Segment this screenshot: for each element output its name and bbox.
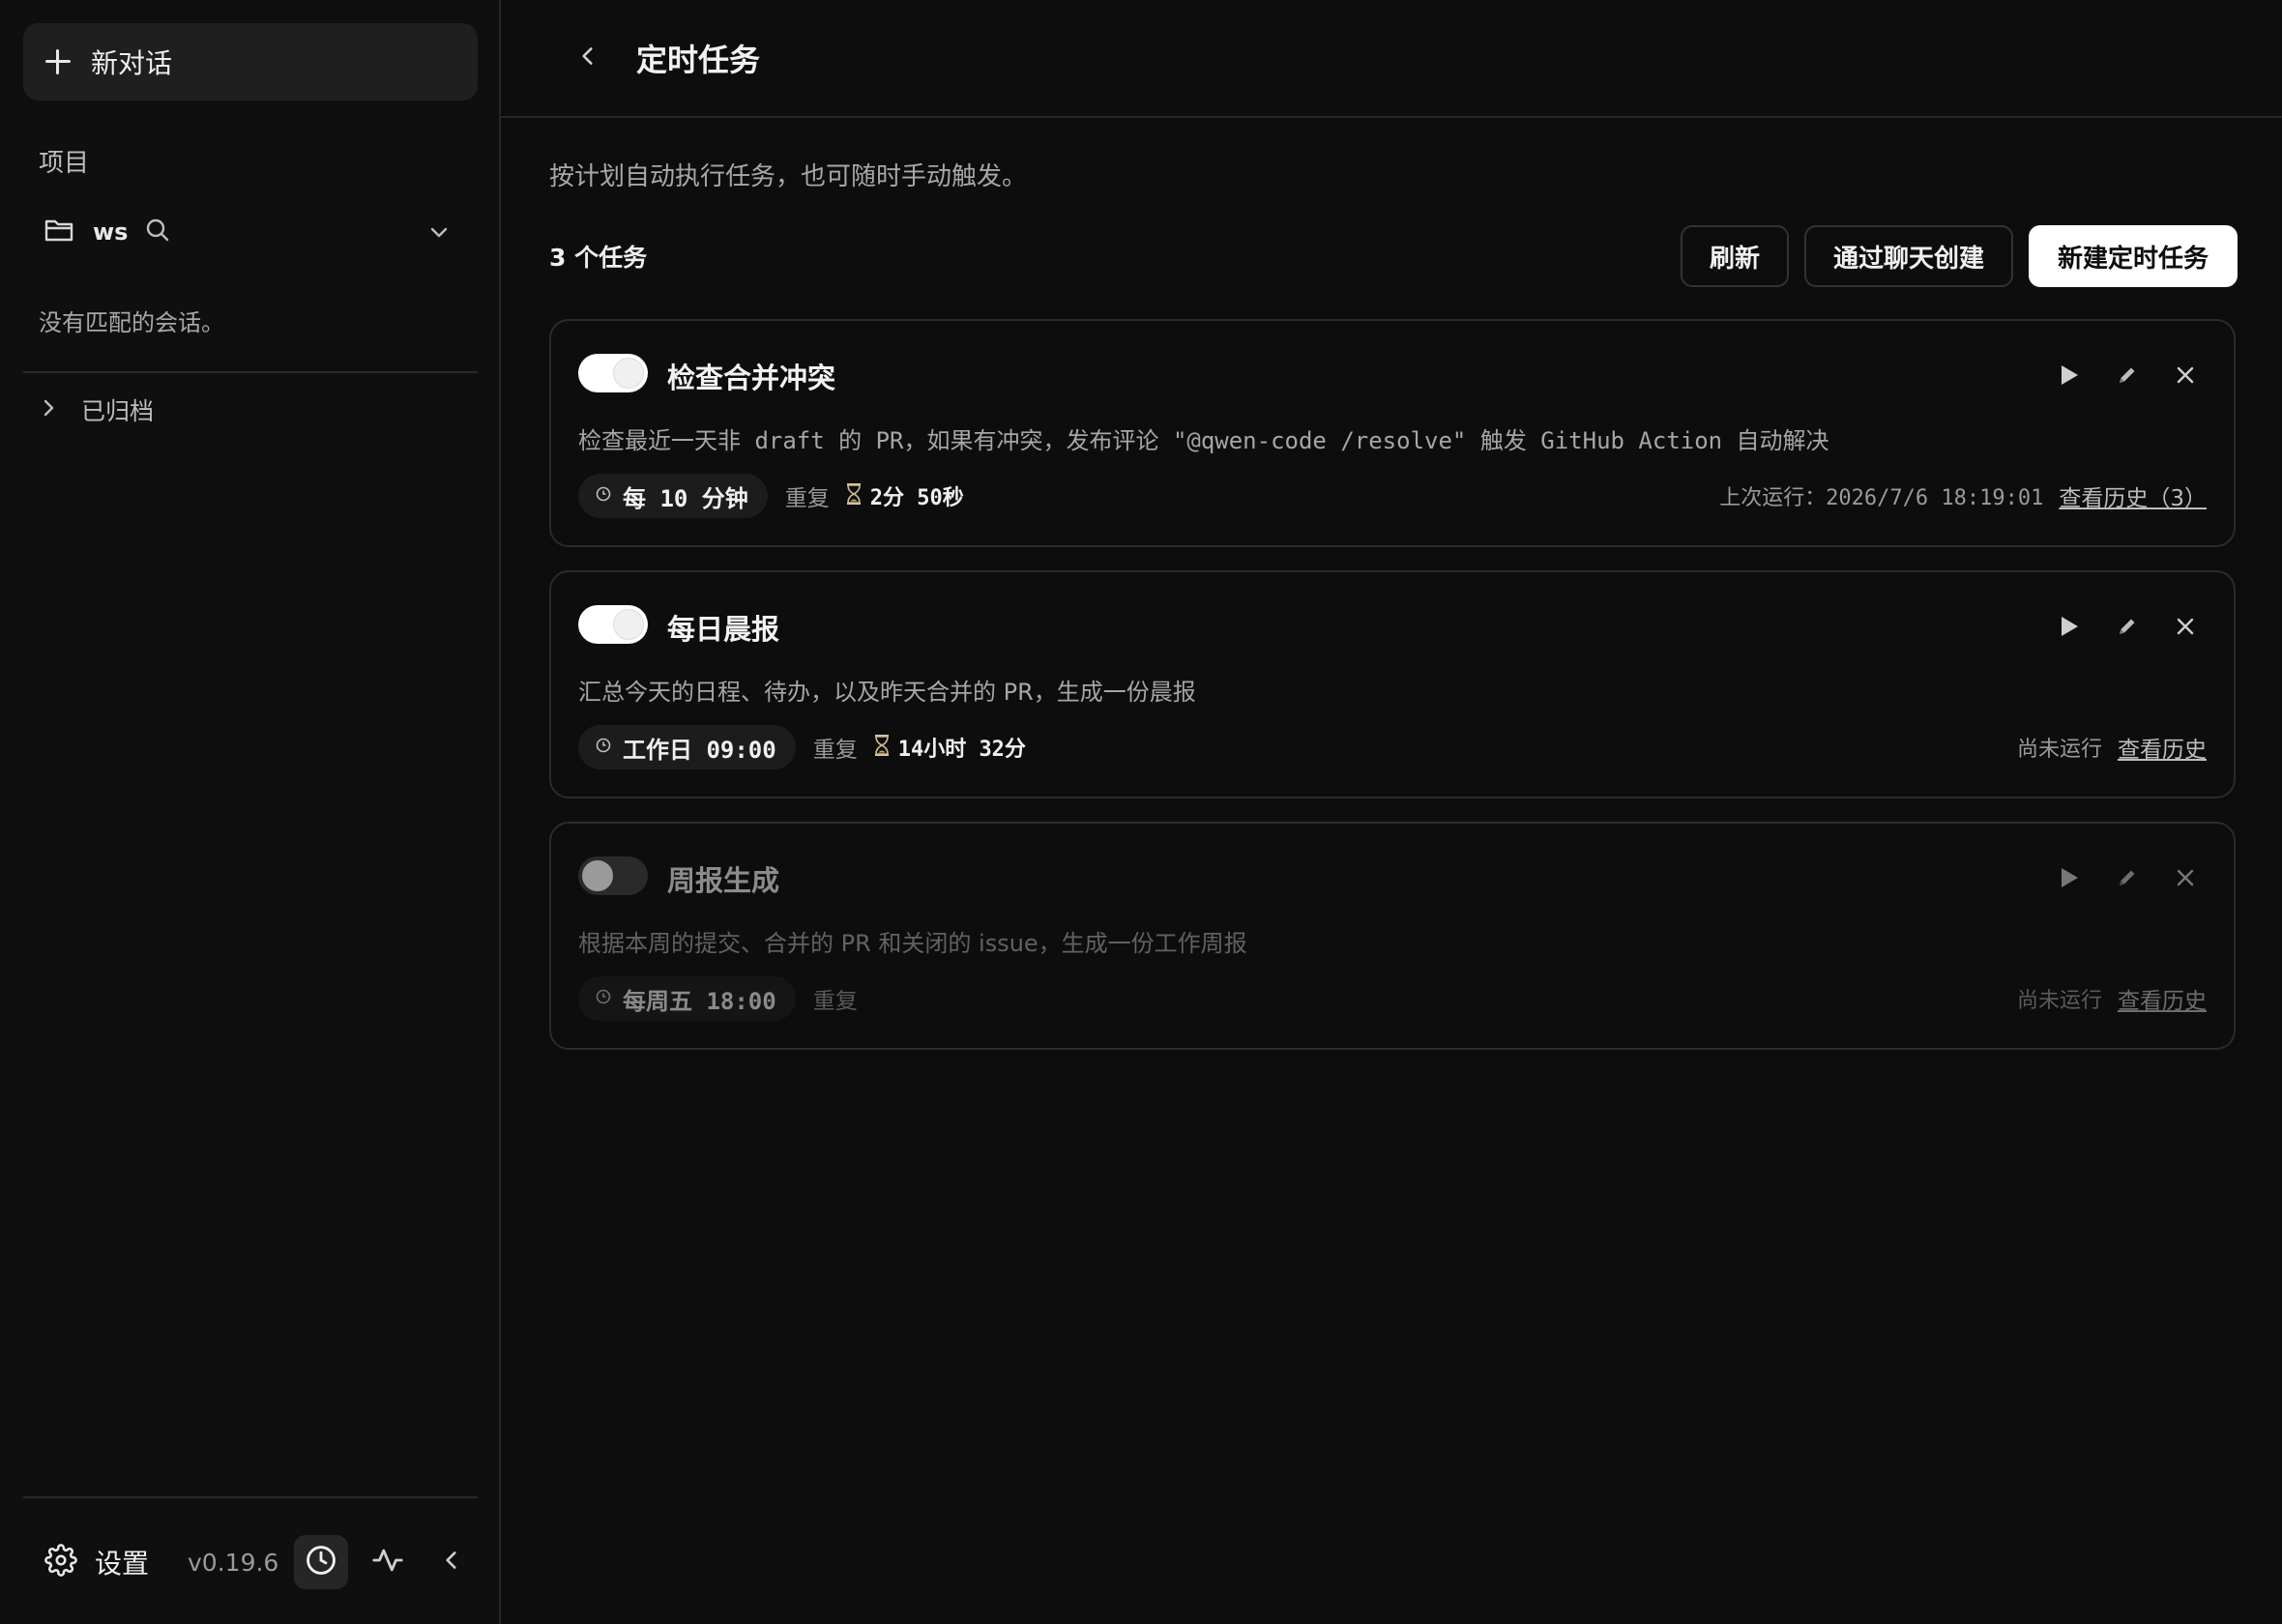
schedule-text: 工作日 09:00: [623, 736, 776, 764]
task-enable-toggle[interactable]: [578, 856, 648, 895]
task-toolbar: 3 个任务 刷新 通过聊天创建 新建定时任务: [549, 224, 2238, 288]
collapse-sidebar-button[interactable]: [439, 1548, 464, 1577]
activity-button[interactable]: [371, 1544, 404, 1580]
task-name: 每日晨报: [667, 613, 780, 646]
task-meta: 工作日 09:00 重复 14小时 32分 尚未运行 查看历史: [578, 725, 2207, 769]
main-panel: 定时任务 按计划自动执行任务，也可随时手动触发。 3 个任务 刷新 通过聊天创建…: [501, 0, 2282, 1624]
search-icon[interactable]: [145, 218, 170, 246]
next-run-countdown: 14小时 32分: [873, 732, 1026, 763]
page-header: 定时任务: [501, 0, 2282, 118]
edit-pencil-icon[interactable]: [2108, 858, 2147, 897]
activity-icon: [371, 1544, 404, 1580]
repeat-label: 重复: [784, 486, 830, 511]
run-now-icon[interactable]: [2050, 858, 2089, 897]
task-count: 3 个任务: [549, 244, 648, 272]
task-enable-toggle[interactable]: [578, 354, 648, 392]
task-meta: 每周五 18:00 重复 尚未运行 查看历史: [578, 976, 2207, 1021]
project-item-ws[interactable]: ws: [23, 205, 478, 259]
chevron-down-icon[interactable]: [427, 220, 451, 247]
hourglass-icon: [845, 483, 863, 508]
sidebar-divider: [23, 371, 478, 373]
empty-sessions-message: 没有匹配的会话。: [39, 309, 224, 336]
task-meta: 每 10 分钟 重复 2分 50秒 上次运行：2026/7/6 18:19:01…: [578, 474, 2207, 518]
project-name: ws: [93, 218, 129, 246]
task-actions: [2031, 356, 2205, 394]
create-via-chat-button[interactable]: 通过聊天创建: [1803, 225, 2013, 287]
task-enable-toggle[interactable]: [578, 605, 648, 644]
scheduled-tasks-button[interactable]: [294, 1535, 349, 1589]
schedule-text: 每周五 18:00: [623, 987, 776, 1015]
chevron-left-icon: [575, 44, 600, 72]
view-history-link[interactable]: 查看历史: [2118, 982, 2207, 1015]
delete-close-icon[interactable]: [2166, 356, 2205, 394]
repeat-label: 重复: [812, 989, 858, 1014]
delete-close-icon[interactable]: [2166, 858, 2205, 897]
edit-pencil-icon[interactable]: [2108, 607, 2147, 646]
new-chat-label: 新对话: [91, 47, 173, 79]
schedule-badge: 每 10 分钟: [578, 474, 768, 518]
task-description: 汇总今天的日程、待办，以及昨天合并的 PR，生成一份晨报: [578, 679, 1196, 706]
task-card: 每日晨报 汇总今天的日程、待办，以及昨天合并的 PR，生成一份晨报 工作日 09…: [549, 570, 2236, 798]
task-description: 根据本周的提交、合并的 PR 和关闭的 issue，生成一份工作周报: [578, 930, 1247, 957]
chevron-right-icon: [39, 396, 58, 423]
task-name: 周报生成: [667, 864, 780, 897]
new-chat-button[interactable]: 新对话: [23, 23, 478, 101]
last-run-text: 上次运行：2026/7/6 18:19:01: [1719, 486, 2044, 510]
last-run-text: 尚未运行: [2016, 738, 2102, 762]
task-actions: [2031, 858, 2205, 897]
task-card: 检查合并冲突 检查最近一天非 draft 的 PR，如果有冲突，发布评论 "@q…: [549, 319, 2236, 547]
clock-icon: [596, 738, 611, 757]
task-card: 周报生成 根据本周的提交、合并的 PR 和关闭的 issue，生成一份工作周报: [549, 822, 2236, 1050]
plus-icon: [43, 46, 73, 77]
delete-close-icon[interactable]: [2166, 607, 2205, 646]
chevron-left-icon: [439, 1548, 464, 1577]
refresh-button[interactable]: 刷新: [1680, 225, 1789, 287]
version-label: v0.19.6: [188, 1548, 279, 1577]
view-history-link[interactable]: 查看历史: [2118, 731, 2207, 764]
repeat-label: 重复: [812, 738, 858, 763]
countdown-text: 2分 50秒: [869, 486, 964, 510]
last-run-text: 尚未运行: [2016, 989, 2102, 1013]
task-description: 检查最近一天非 draft 的 PR，如果有冲突，发布评论 "@qwen-cod…: [578, 427, 1829, 454]
view-history-link[interactable]: 查看历史（3）: [2059, 479, 2207, 512]
gear-icon: [44, 1544, 77, 1580]
run-now-icon[interactable]: [2050, 356, 2089, 394]
settings-label: 设置: [95, 1548, 150, 1580]
back-button[interactable]: [559, 29, 617, 87]
task-name: 检查合并冲突: [667, 362, 836, 394]
clock-icon: [596, 989, 611, 1008]
schedule-badge: 工作日 09:00: [578, 725, 796, 769]
schedule-badge: 每周五 18:00: [578, 976, 796, 1021]
sidebar-footer-divider: [23, 1496, 478, 1498]
run-now-icon[interactable]: [2050, 607, 2089, 646]
archived-toggle[interactable]: 已归档: [39, 392, 154, 427]
new-scheduled-task-button[interactable]: 新建定时任务: [2028, 225, 2238, 287]
folder-icon: [44, 217, 75, 247]
countdown-text: 14小时 32分: [897, 738, 1026, 762]
archived-label: 已归档: [81, 397, 155, 425]
clock-icon: [596, 486, 611, 506]
clock-icon: [305, 1544, 337, 1580]
page-subtitle: 按计划自动执行任务，也可随时手动触发。: [549, 162, 1028, 191]
hourglass-icon: [873, 735, 891, 760]
projects-heading: 项目: [39, 149, 90, 178]
sidebar-footer: 设置 v0.19.6: [23, 1527, 478, 1597]
schedule-text: 每 10 分钟: [623, 484, 748, 512]
settings-button[interactable]: 设置: [23, 1543, 149, 1581]
task-actions: [2031, 607, 2205, 646]
sidebar: 新对话 项目 ws 没有匹配的会话。 已归档 设置 v0.19.6: [0, 0, 501, 1624]
page-title: 定时任务: [636, 42, 761, 78]
edit-pencil-icon[interactable]: [2108, 356, 2147, 394]
next-run-countdown: 2分 50秒: [845, 480, 964, 511]
